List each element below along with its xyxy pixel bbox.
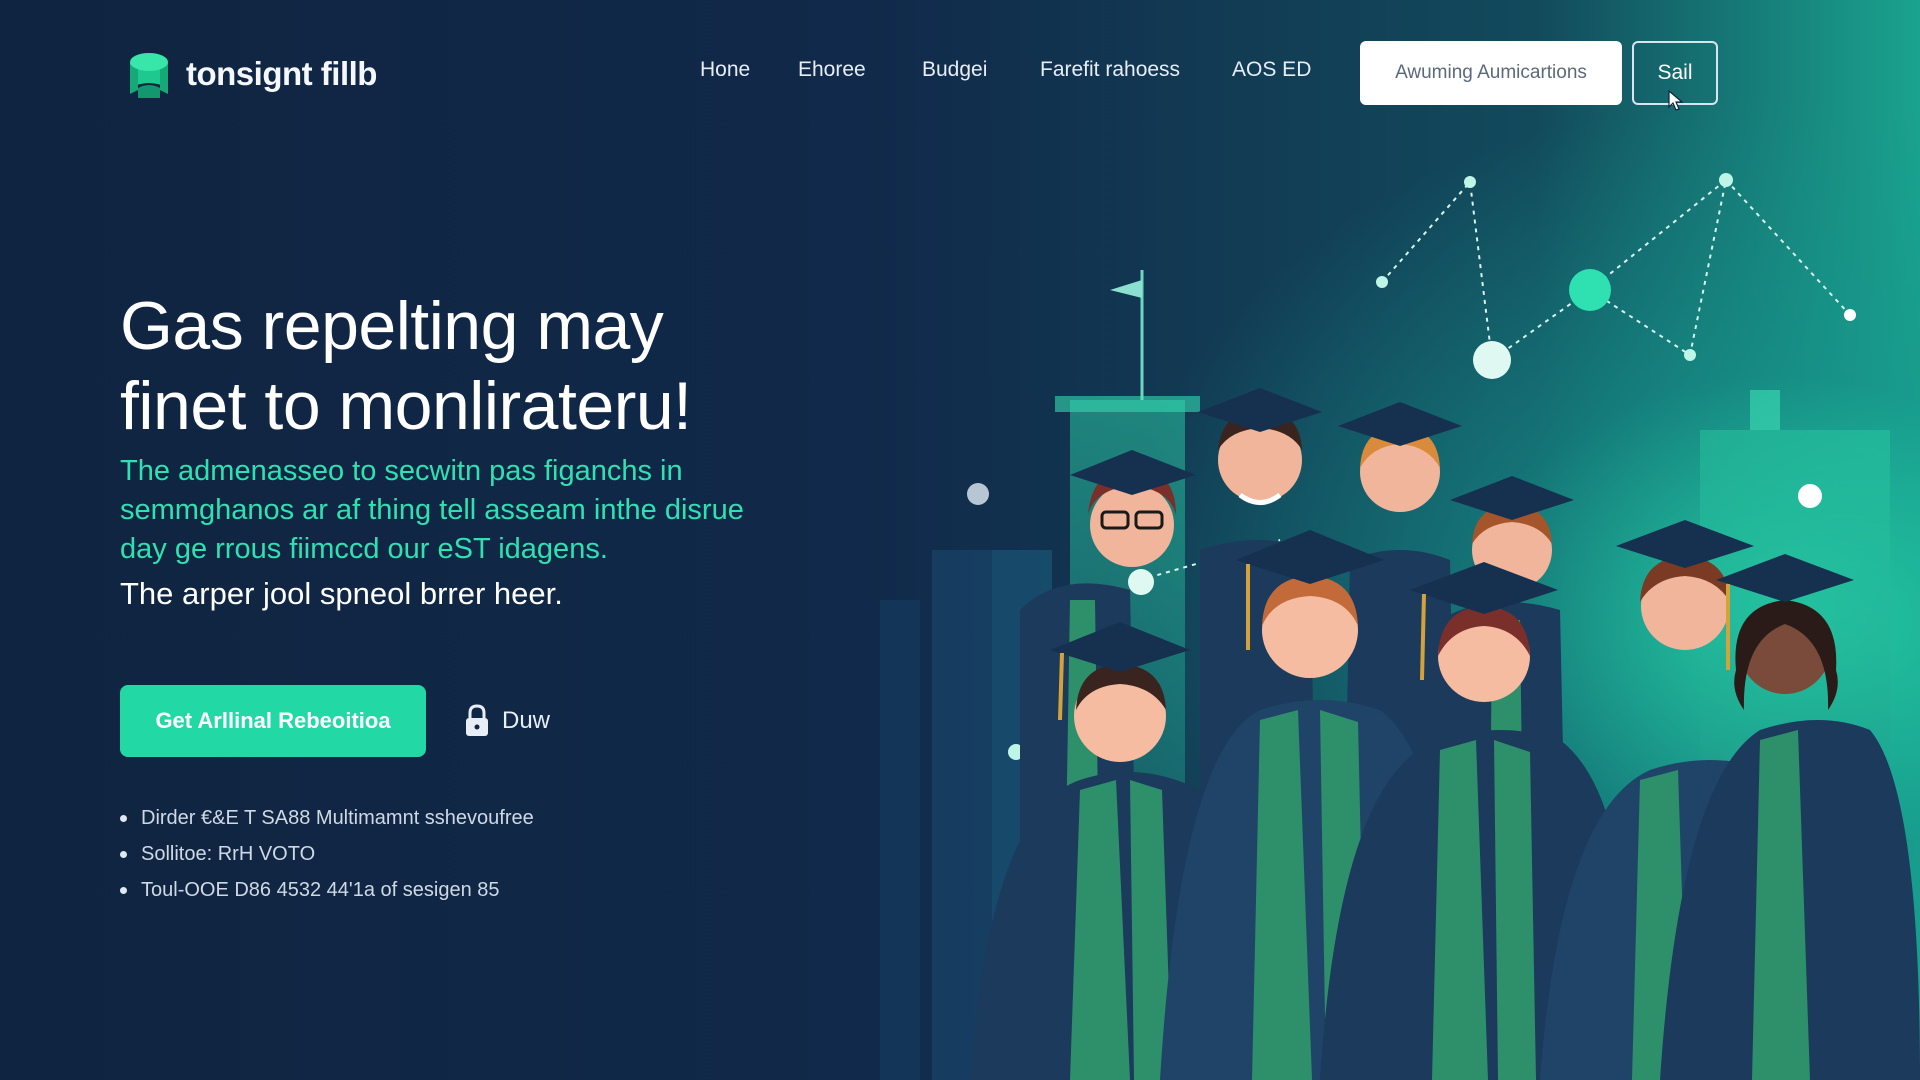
nav-link-aos-ed[interactable]: AOS ED [1232,58,1311,82]
brand-name: tonsignt fillb [186,55,377,92]
secondary-action-label: Duw [502,707,551,734]
graduation-cap-logo-icon [130,53,168,98]
hero-subtitle-line-3: day ge rrous fiimccd our eST idagens. [120,533,608,565]
list-item: Toul-OOE D86 4532 44'1a of sesigen 85 [120,872,534,908]
primary-cta-button[interactable]: Get Arllinal Rebeoitioa [120,685,426,757]
bullet-dot [120,886,127,894]
hero-subtitle-line-2: semmghanos ar af thing tell asseam inthe… [120,494,744,526]
mouse-pointer-icon [1668,90,1684,111]
brand-logo[interactable]: tonsignt fillb [124,46,377,102]
hero-title-line-2: finet to monlirateru! [120,368,692,444]
bullet-dot [120,850,127,858]
hero-title-line-1: Gas repelting may [120,288,664,364]
nav-link-ehoree[interactable]: Ehoree [798,58,866,82]
list-item: Dirder €&E T SA88 Multimamnt sshevoufree [120,800,534,836]
lock-icon [466,704,488,736]
graduates-illustration [880,173,1920,1080]
list-item-text: Sollitoe: RrH VOTO [141,843,316,865]
list-item: Sollitoe: RrH VOTO [120,836,534,872]
nav-link-hone[interactable]: Hone [700,58,750,82]
hero-tagline: The arper jool spneol brrer heer. [120,576,563,611]
list-item-text: Dirder €&E T SA88 Multimamnt sshevoufree [141,807,534,829]
feature-list: Dirder €&E T SA88 Multimamnt sshevoufree… [120,800,534,908]
nav-link-budgei[interactable]: Budgei [922,58,987,82]
hero-subtitle: The admenasseo to secwitn pas figanchs i… [120,452,840,569]
site-header: tonsignt fillb Hone Ehoree Budgei Farefi… [0,0,1920,150]
list-item-text: Toul-OOE D86 4532 44'1a of sesigen 85 [141,879,500,901]
nav-link-farefit-rahoess[interactable]: Farefit rahoess [1040,58,1180,82]
hero-subtitle-line-1: The admenasseo to secwitn pas figanchs i… [120,455,683,487]
secondary-action-button[interactable]: Duw [462,698,550,744]
header-cta-button[interactable]: Awuming Aumicartions [1360,41,1622,105]
bullet-dot [120,814,127,822]
hero-title: Gas repelting may finet to monlirateru! [120,286,840,446]
